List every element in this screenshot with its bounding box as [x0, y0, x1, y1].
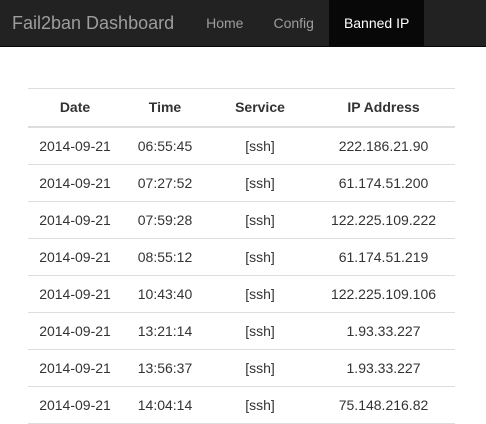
cell-service: [ssh]	[208, 201, 312, 239]
cell-time: 06:55:45	[122, 127, 208, 165]
nav-item-home[interactable]: Home	[191, 0, 258, 46]
cell-service: [ssh]	[208, 312, 312, 350]
cell-ip-address: 61.174.51.200	[312, 164, 455, 202]
table-header: Date Time Service IP Address	[28, 88, 455, 128]
column-header-service: Service	[208, 88, 312, 128]
cell-service: [ssh]	[208, 238, 312, 276]
brand-link[interactable]: Fail2ban Dashboard	[0, 0, 191, 46]
cell-date: 2014-09-21	[28, 349, 122, 387]
table-row: 2014-09-21 06:55:45 [ssh] 222.186.21.90	[28, 127, 455, 165]
table-row: 2014-09-21 14:04:14 [ssh] 75.148.216.82	[28, 386, 455, 424]
cell-service: [ssh]	[208, 275, 312, 313]
cell-ip-address: 122.225.109.106	[312, 275, 455, 313]
nav-menu: Home Config Banned IP	[191, 0, 425, 46]
table-row: 2014-09-21 13:21:14 [ssh] 1.93.33.227	[28, 312, 455, 350]
cell-time: 08:55:12	[122, 238, 208, 276]
nav-item-config[interactable]: Config	[258, 0, 328, 46]
cell-ip-address: 222.186.21.90	[312, 127, 455, 165]
cell-ip-address: 61.174.51.219	[312, 238, 455, 276]
cell-time: 14:04:14	[122, 386, 208, 424]
cell-service: [ssh]	[208, 349, 312, 387]
column-header-date: Date	[28, 88, 122, 128]
cell-ip-address: 75.148.216.82	[312, 386, 455, 424]
navbar: Fail2ban Dashboard Home Config Banned IP	[0, 0, 486, 47]
column-header-time: Time	[122, 88, 208, 128]
cell-date: 2014-09-21	[28, 127, 122, 165]
banned-ip-table: Date Time Service IP Address 2014-09-21 …	[28, 88, 455, 424]
cell-date: 2014-09-21	[28, 386, 122, 424]
table-row: 2014-09-21 13:56:37 [ssh] 1.93.33.227	[28, 349, 455, 387]
cell-date: 2014-09-21	[28, 201, 122, 239]
table-body: 2014-09-21 06:55:45 [ssh] 222.186.21.90 …	[28, 127, 455, 424]
table-row: 2014-09-21 07:59:28 [ssh] 122.225.109.22…	[28, 201, 455, 239]
cell-time: 07:59:28	[122, 201, 208, 239]
banned-ip-table-container: Date Time Service IP Address 2014-09-21 …	[28, 88, 455, 424]
table-row: 2014-09-21 07:27:52 [ssh] 61.174.51.200	[28, 164, 455, 202]
cell-date: 2014-09-21	[28, 275, 122, 313]
header-row: Date Time Service IP Address	[28, 88, 455, 128]
cell-ip-address: 1.93.33.227	[312, 312, 455, 350]
cell-ip-address: 1.93.33.227	[312, 349, 455, 387]
cell-date: 2014-09-21	[28, 164, 122, 202]
cell-time: 10:43:40	[122, 275, 208, 313]
table-row: 2014-09-21 08:55:12 [ssh] 61.174.51.219	[28, 238, 455, 276]
cell-time: 07:27:52	[122, 164, 208, 202]
nav-item-banned-ip[interactable]: Banned IP	[328, 0, 425, 46]
cell-ip-address: 122.225.109.222	[312, 201, 455, 239]
cell-service: [ssh]	[208, 127, 312, 165]
cell-time: 13:56:37	[122, 349, 208, 387]
column-header-ip-address: IP Address	[312, 88, 455, 128]
cell-date: 2014-09-21	[28, 238, 122, 276]
cell-service: [ssh]	[208, 164, 312, 202]
table-row: 2014-09-21 10:43:40 [ssh] 122.225.109.10…	[28, 275, 455, 313]
cell-date: 2014-09-21	[28, 312, 122, 350]
cell-service: [ssh]	[208, 386, 312, 424]
cell-time: 13:21:14	[122, 312, 208, 350]
